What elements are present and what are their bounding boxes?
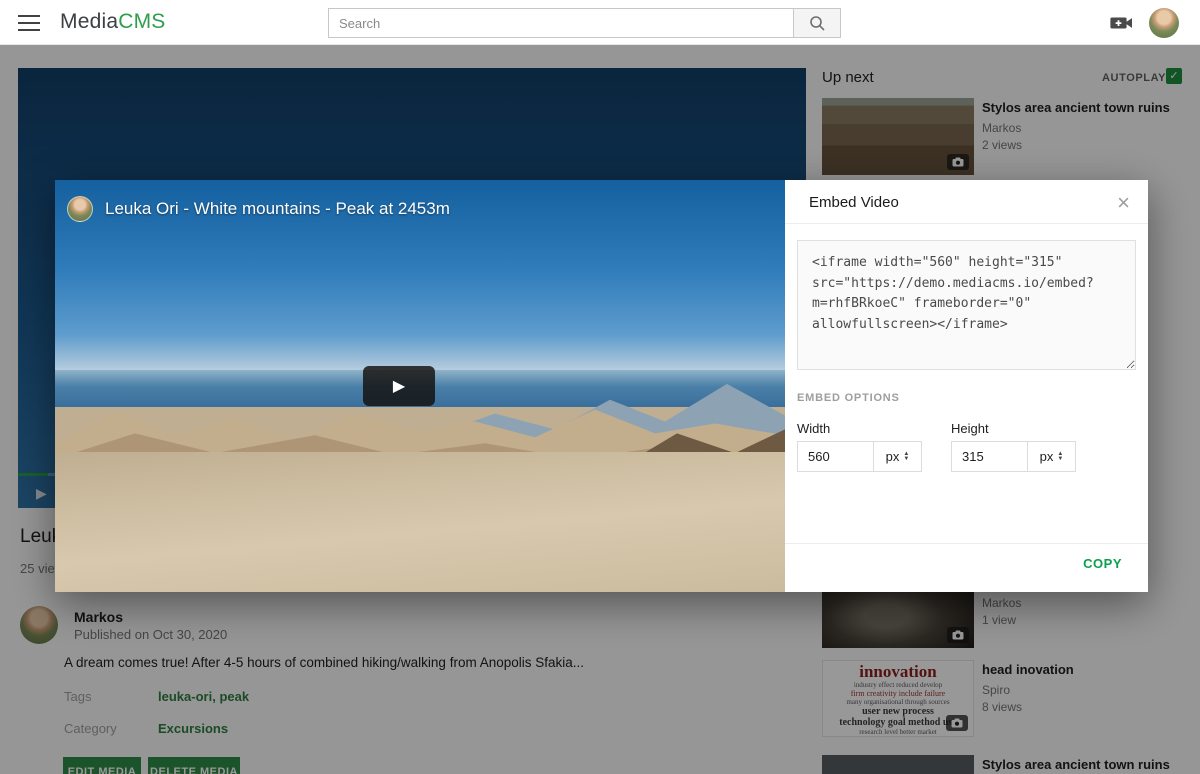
- spinner-icon: ▲▼: [903, 452, 909, 462]
- menu-icon[interactable]: [18, 15, 40, 31]
- search-icon: [809, 15, 826, 32]
- user-avatar[interactable]: [1149, 8, 1179, 38]
- close-icon[interactable]: ×: [1117, 190, 1130, 216]
- height-input[interactable]: [951, 441, 1028, 472]
- copy-button[interactable]: COPY: [1083, 556, 1122, 571]
- unit-label: px: [886, 449, 900, 464]
- embed-preview-player[interactable]: Leuka Ori - White mountains - Peak at 24…: [55, 180, 785, 592]
- search-button[interactable]: [793, 8, 841, 38]
- divider: [785, 223, 1148, 224]
- app-header: MediaCMS: [0, 0, 1200, 45]
- height-unit-select[interactable]: px ▲▼: [1028, 441, 1076, 472]
- width-label: Width: [797, 421, 830, 436]
- preview-author-avatar[interactable]: [67, 196, 93, 222]
- embed-code-textarea[interactable]: <iframe width="560" height="315" src="ht…: [797, 240, 1136, 370]
- preview-video-title: Leuka Ori - White mountains - Peak at 24…: [105, 199, 450, 219]
- dialog-title: Embed Video: [809, 194, 899, 211]
- embed-dialog: Embed Video × <iframe width="560" height…: [785, 180, 1148, 592]
- search-input[interactable]: [328, 8, 793, 38]
- embed-video-modal: Leuka Ori - White mountains - Peak at 24…: [55, 180, 1148, 592]
- play-icon: ▶: [393, 376, 405, 396]
- spinner-icon: ▲▼: [1057, 452, 1063, 462]
- upload-video-icon[interactable]: [1110, 13, 1134, 33]
- width-unit-select[interactable]: px ▲▼: [874, 441, 922, 472]
- height-label: Height: [951, 421, 989, 436]
- embed-options-label: EMBED OPTIONS: [797, 392, 900, 404]
- preview-ground: [55, 452, 785, 592]
- unit-label: px: [1040, 449, 1054, 464]
- divider: [785, 543, 1148, 544]
- preview-play-button[interactable]: ▶: [363, 366, 435, 406]
- app-logo[interactable]: MediaCMS: [60, 10, 165, 34]
- width-input[interactable]: [797, 441, 874, 472]
